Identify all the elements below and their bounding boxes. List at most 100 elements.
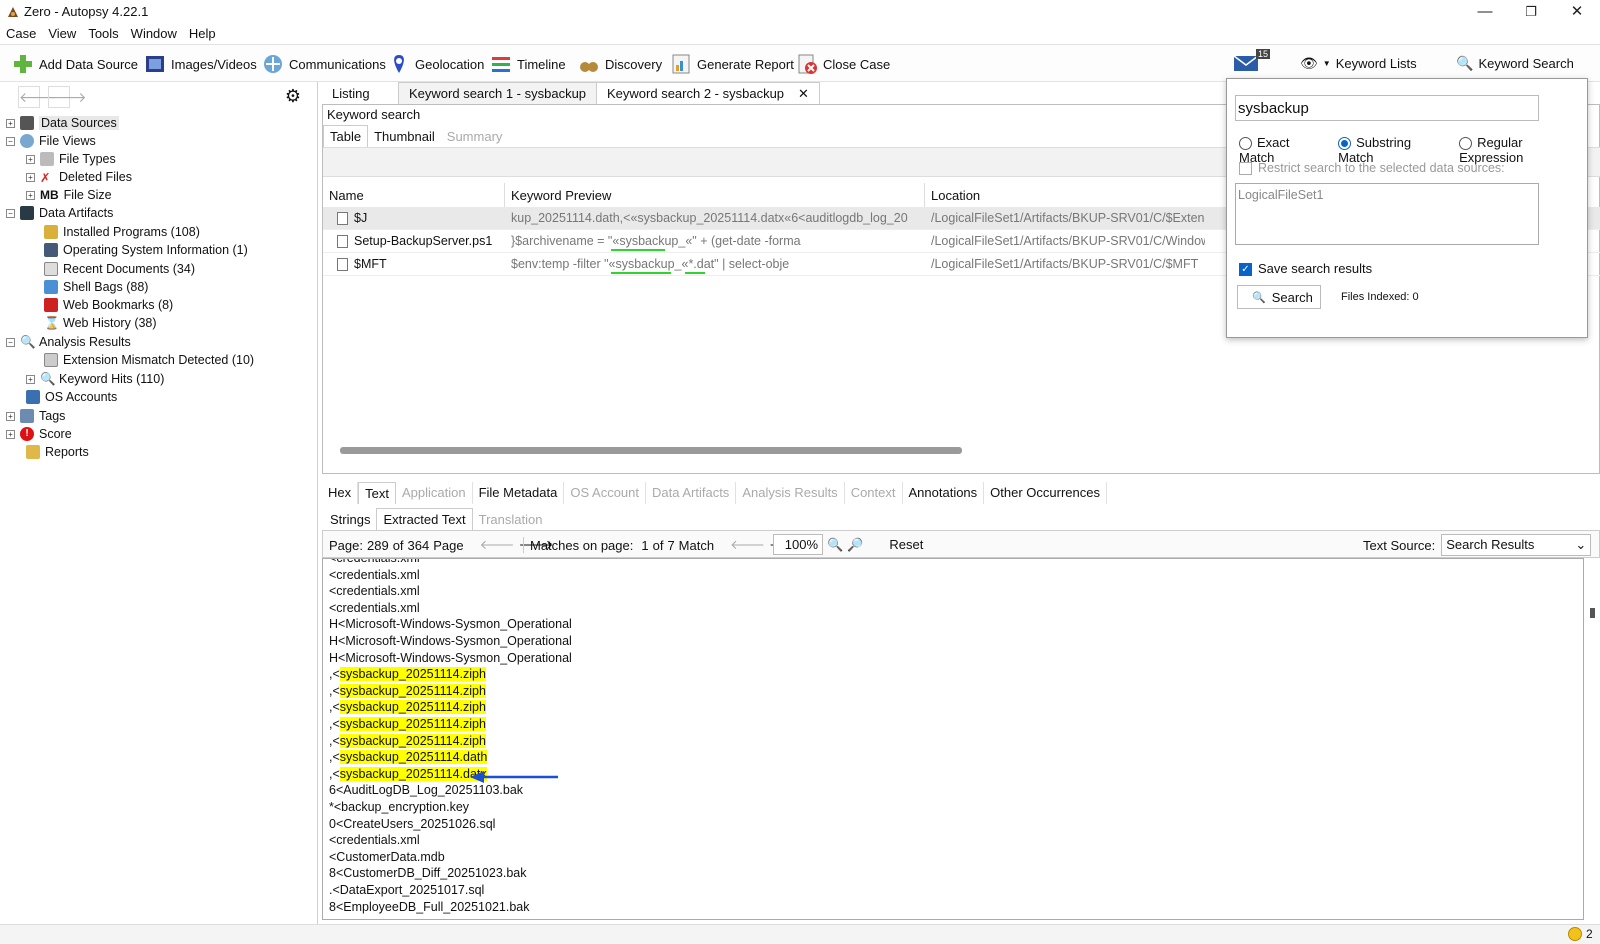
menu-view[interactable]: View — [42, 24, 82, 44]
annotation-underline — [685, 272, 705, 274]
text-source-value: Search Results — [1446, 537, 1535, 552]
tree-score[interactable]: +! Score — [6, 425, 72, 443]
forward-button[interactable]: 🡒 — [48, 86, 87, 108]
tree-os-accounts[interactable]: OS Accounts — [26, 388, 117, 406]
gear-icon[interactable]: ⚙ — [282, 86, 304, 108]
tree-recent-docs[interactable]: Recent Documents (34) — [44, 260, 195, 278]
tree-deleted-files[interactable]: + ✗ Deleted Files — [26, 168, 132, 186]
tab-other-occurrences[interactable]: Other Occurrences — [984, 482, 1107, 504]
tree-analysis-results[interactable]: − 🔍 Analysis Results — [6, 333, 131, 351]
close-case-icon — [798, 54, 817, 74]
expand-icon[interactable]: + — [6, 411, 15, 421]
menu-case[interactable]: Case — [0, 24, 42, 44]
data-source-list[interactable]: LogicalFileSet1 — [1235, 183, 1539, 245]
geolocation-button[interactable]: Geolocation — [388, 53, 484, 75]
tree-keyword-hits[interactable]: + 🔍 Keyword Hits (110) — [26, 370, 164, 388]
tab-table[interactable]: Table — [323, 125, 369, 147]
menu-window[interactable]: Window — [125, 24, 183, 44]
tree-data-artifacts[interactable]: − Data Artifacts — [6, 204, 113, 222]
column-location[interactable]: Location — [925, 183, 1245, 207]
tree-file-size[interactable]: + MB File Size — [26, 186, 112, 204]
text-fragment: ,< — [329, 667, 340, 682]
tree-installed-programs[interactable]: Installed Programs (108) — [44, 223, 200, 241]
prev-page-icon[interactable]: 🡐 — [480, 537, 515, 553]
expand-icon[interactable]: + — [6, 118, 15, 128]
menu-tools[interactable]: Tools — [82, 24, 124, 44]
checkbox-on-icon: ✓ — [1239, 263, 1252, 277]
tab-keyword-search-1[interactable]: Keyword search 1 - sysbackup✕ — [398, 82, 622, 104]
expand-icon[interactable]: + — [26, 374, 35, 384]
tree-os-info[interactable]: Operating System Information (1) — [44, 241, 248, 259]
expand-icon[interactable]: + — [26, 154, 35, 164]
vertical-scrollbar[interactable] — [1586, 558, 1600, 920]
generate-report-button[interactable]: Generate Report — [670, 53, 794, 75]
reset-zoom-button[interactable]: Reset — [889, 537, 923, 552]
deleted-x-icon: ✗ — [40, 170, 51, 185]
text-fragment: 8<EmployeeDB_Full_20251021.bak — [329, 899, 530, 914]
tab-strings[interactable]: Strings — [324, 509, 376, 530]
collapse-icon[interactable]: − — [6, 208, 15, 218]
tree-web-bookmarks[interactable]: Web Bookmarks (8) — [44, 296, 173, 314]
column-name[interactable]: Name — [323, 183, 505, 207]
keyword-input[interactable]: sysbackup — [1235, 95, 1539, 121]
extracted-text-pane[interactable]: <credentials.xml <credentials.xml <credent… — [322, 558, 1584, 920]
tree-web-history[interactable]: ⌛ Web History (38) — [44, 314, 157, 332]
tree-tags[interactable]: + Tags — [6, 407, 65, 425]
zoom-in-icon[interactable]: 🔎 — [847, 537, 863, 553]
horizontal-scrollbar[interactable] — [340, 447, 962, 454]
tree-ext-mismatch[interactable]: Extension Mismatch Detected (10) — [44, 351, 254, 369]
collapse-icon[interactable]: − — [6, 337, 15, 347]
close-case-button[interactable]: Close Case — [796, 53, 890, 75]
tab-text[interactable]: Text — [358, 482, 396, 504]
tree-data-sources[interactable]: + Data Sources — [6, 114, 119, 132]
text-fragment: H<Microsoft-Windows-Sysmon_Operational — [329, 634, 572, 648]
minimize-button[interactable]: — — [1462, 0, 1508, 24]
save-results-checkbox[interactable]: ✓ Save search results — [1239, 261, 1372, 277]
keyword-search-button[interactable]: 🔍 Keyword Search — [1456, 55, 1574, 72]
text-source-select[interactable]: Search Results ⌄ — [1441, 534, 1592, 556]
maximize-button[interactable]: ❐ — [1508, 0, 1554, 24]
tab-file-metadata[interactable]: File Metadata — [473, 482, 565, 504]
restrict-checkbox[interactable]: Restrict search to the selected data sou… — [1239, 161, 1505, 176]
expand-icon[interactable]: + — [26, 190, 35, 200]
back-button[interactable]: 🡐 — [18, 86, 57, 108]
tab-thumbnail[interactable]: Thumbnail — [368, 126, 441, 147]
tab-annotations[interactable]: Annotations — [903, 482, 985, 504]
scroll-thumb[interactable] — [1590, 608, 1595, 618]
tab-keyword-search-2[interactable]: Keyword search 2 - sysbackup ✕ — [596, 82, 820, 104]
tab-hex[interactable]: Hex — [322, 482, 359, 504]
bookmark-icon — [44, 298, 58, 312]
tree-file-views[interactable]: − File Views — [6, 132, 96, 150]
tree-shell-bags-label: Shell Bags (88) — [63, 280, 149, 294]
zoom-out-icon[interactable]: 🔍 — [827, 537, 843, 553]
zoom-controls: 100% 🔍 🔎 Reset — [773, 534, 923, 555]
text-toolbar: Page: 289 of 364 Page 🡐 🡒 Matches on pag… — [322, 530, 1600, 558]
add-data-source-button[interactable]: Add Data Source — [12, 53, 138, 75]
text-line: .<DataExport_20251017.sql — [329, 883, 484, 899]
column-preview[interactable]: Keyword Preview — [505, 183, 925, 207]
status-count[interactable]: 2 — [1568, 927, 1593, 941]
discovery-button[interactable]: Discovery — [578, 53, 662, 75]
keyword-lists-button[interactable]: 👁 ▼ Keyword Lists — [1300, 55, 1417, 72]
timeline-button[interactable]: Timeline — [490, 53, 566, 75]
tree-reports[interactable]: Reports — [26, 443, 89, 461]
collapse-icon[interactable]: − — [6, 136, 15, 146]
communications-button[interactable]: Communications — [262, 53, 386, 75]
tab-extracted-text[interactable]: Extracted Text — [376, 508, 473, 530]
close-tab-icon[interactable]: ✕ — [798, 86, 809, 102]
close-window-button[interactable]: ✕ — [1554, 0, 1600, 24]
tab-ks2-label: Keyword search 2 - sysbackup — [607, 86, 785, 101]
search-button[interactable]: 🔍 Search — [1237, 285, 1321, 309]
expand-icon[interactable]: + — [6, 429, 15, 439]
expand-icon[interactable]: + — [26, 172, 35, 182]
tree-file-types[interactable]: + File Types — [26, 150, 116, 168]
notifications-button[interactable]: 15 — [1232, 49, 1272, 75]
text-line: ,<sysbackup_20251114.ziph — [329, 733, 486, 750]
tree-shell-bags[interactable]: Shell Bags (88) — [44, 278, 148, 296]
zoom-field[interactable]: 100% — [773, 534, 823, 555]
tab-listing[interactable]: Listing — [322, 82, 380, 104]
menu-help[interactable]: Help — [183, 24, 222, 44]
tab-os-account: OS Account — [564, 482, 646, 504]
images-videos-button[interactable]: Images/Videos — [144, 53, 257, 75]
prev-match-icon[interactable]: 🡐 — [730, 537, 765, 553]
